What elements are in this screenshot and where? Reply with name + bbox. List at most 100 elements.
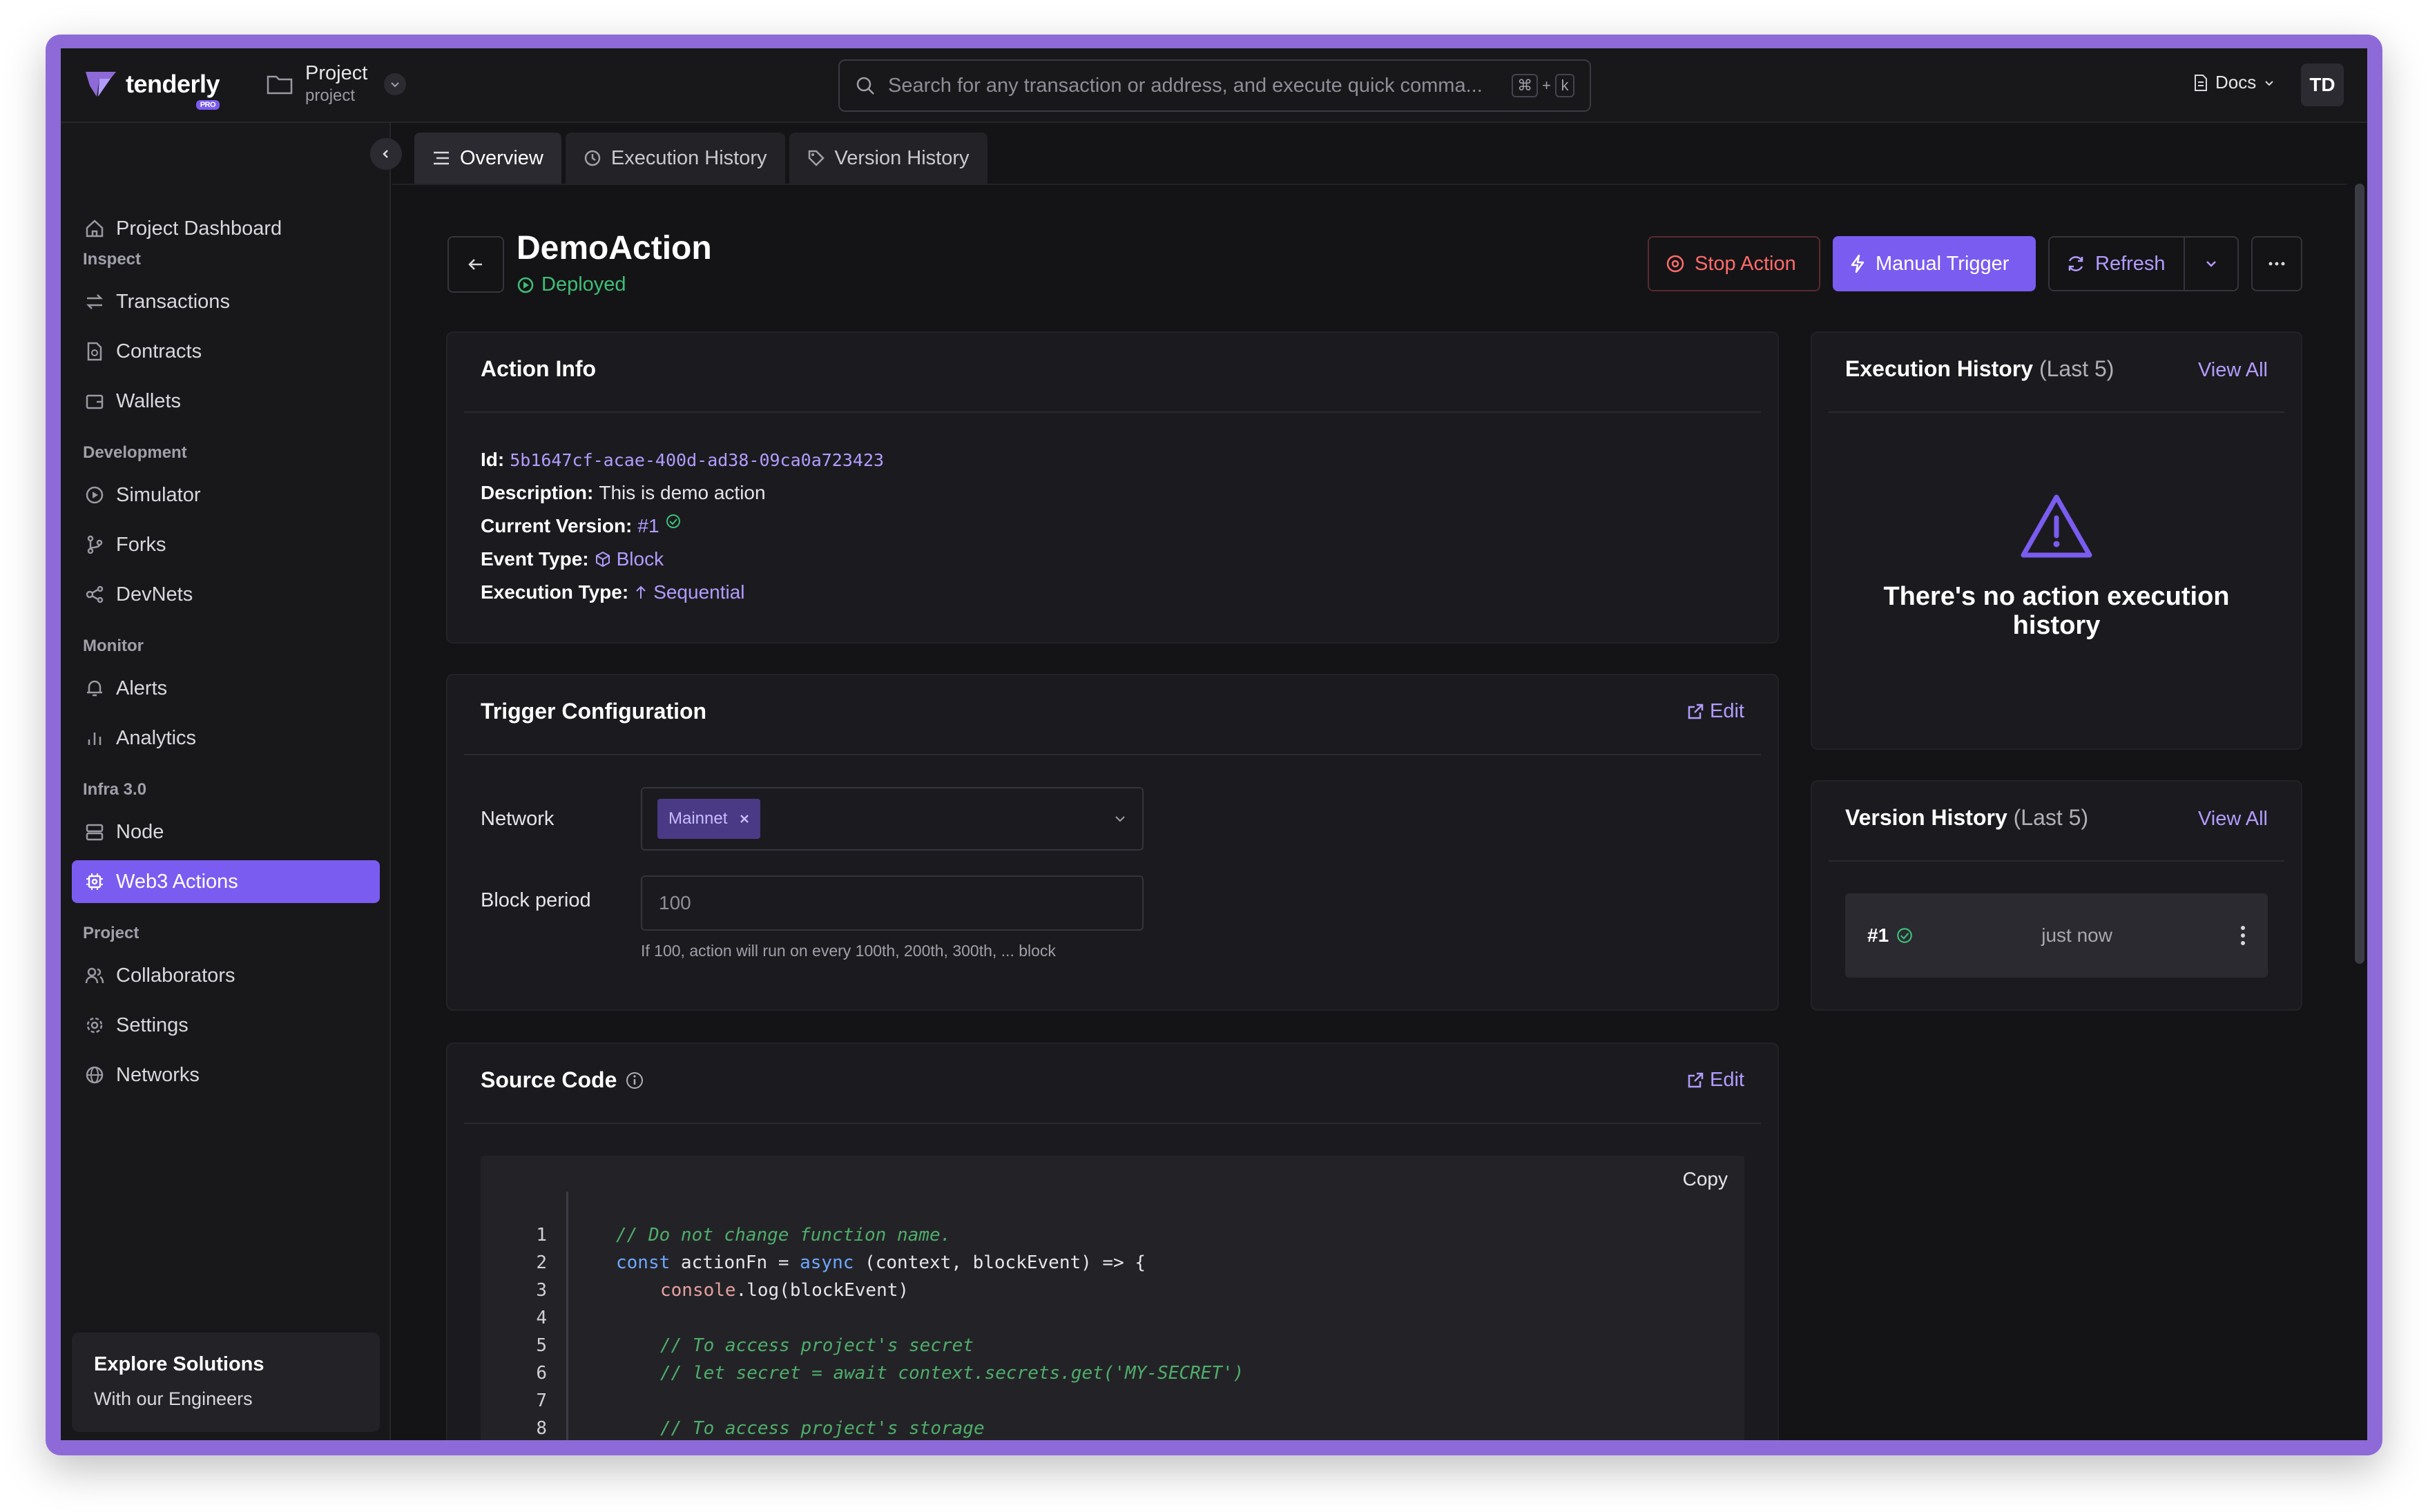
tab-overview[interactable]: Overview bbox=[414, 133, 561, 184]
network-select[interactable]: Mainnet bbox=[641, 787, 1144, 851]
sidebar-item-alerts[interactable]: Alerts bbox=[72, 667, 380, 710]
search-shortcut: ⌘ + k bbox=[1512, 74, 1574, 97]
sidebar-item-transactions[interactable]: Transactions bbox=[72, 280, 380, 323]
project-switcher[interactable]: Project project bbox=[267, 62, 407, 106]
empty-message: There's no action execution history bbox=[1883, 582, 2230, 640]
edit-source-link[interactable]: Edit bbox=[1686, 1069, 1744, 1092]
sidebar-item-forks[interactable]: Forks bbox=[72, 523, 380, 566]
folder-icon bbox=[267, 75, 293, 94]
button-label: Stop Action bbox=[1695, 252, 1796, 275]
shortcut-cmd-key: ⌘ bbox=[1512, 74, 1539, 97]
manual-trigger-button[interactable]: Manual Trigger bbox=[1833, 236, 2036, 291]
bar-chart-icon bbox=[88, 733, 102, 745]
tab-version-history[interactable]: Version History bbox=[789, 133, 987, 184]
info-label: Event Type: bbox=[481, 548, 589, 570]
sidebar-item-networks[interactable]: Networks bbox=[72, 1054, 380, 1096]
collapse-sidebar-button[interactable] bbox=[370, 138, 402, 170]
status-text: Deployed bbox=[541, 273, 626, 295]
refresh-icon bbox=[2068, 256, 2083, 271]
info-label: Execution Type: bbox=[481, 581, 629, 603]
stop-action-button[interactable]: Stop Action bbox=[1648, 236, 1820, 291]
sidebar-item-label: Alerts bbox=[116, 677, 168, 699]
user-avatar[interactable]: TD bbox=[2301, 64, 2344, 106]
project-dropdown-button[interactable] bbox=[384, 72, 407, 95]
source-code-card: Source Code Edit Copy 1 // Do not change… bbox=[446, 1043, 1779, 1440]
sidebar-item-devnets[interactable]: DevNets bbox=[72, 573, 380, 616]
clock-icon bbox=[584, 150, 601, 166]
check-circle-icon bbox=[666, 514, 680, 528]
tab-execution-history[interactable]: Execution History bbox=[565, 133, 785, 184]
close-icon[interactable] bbox=[740, 814, 749, 824]
divider bbox=[1829, 860, 2284, 862]
sidebar-item-contracts[interactable]: Contracts bbox=[72, 330, 380, 373]
sidebar-item-label: Forks bbox=[116, 533, 166, 556]
search-input[interactable]: Search for any transaction or address, a… bbox=[888, 75, 1499, 97]
code-text: // To access project's storage bbox=[660, 1418, 985, 1439]
lightning-icon bbox=[1851, 254, 1865, 273]
app-window: tenderly PRO Project project Search for a… bbox=[61, 48, 2367, 1440]
block-period-input[interactable]: 100 bbox=[641, 875, 1144, 931]
card-title: Execution History (Last 5) bbox=[1845, 356, 2114, 381]
edit-label: Edit bbox=[1710, 700, 1744, 722]
copy-button[interactable]: Copy bbox=[1683, 1168, 1728, 1190]
sidebar-item-wallets[interactable]: Wallets bbox=[72, 380, 380, 423]
cube-icon bbox=[595, 551, 610, 568]
refresh-options-button[interactable] bbox=[2184, 236, 2239, 291]
content-scrollbar[interactable] bbox=[2355, 184, 2364, 964]
page-title: DemoAction bbox=[517, 230, 712, 266]
version-row[interactable]: #1 just now bbox=[1845, 893, 2268, 978]
info-version-row: Current Version: #1 bbox=[481, 514, 682, 537]
sidebar-item-label: Collaborators bbox=[116, 964, 235, 987]
sidebar-item-analytics[interactable]: Analytics bbox=[72, 717, 380, 759]
divider bbox=[464, 411, 1761, 413]
card-subtitle: (Last 5) bbox=[2013, 805, 2089, 830]
tab-label: Execution History bbox=[610, 146, 767, 169]
code-text: // To access project's secret bbox=[660, 1335, 974, 1356]
code-text: // Do not change function name. bbox=[616, 1225, 952, 1246]
action-id-link[interactable]: 5b1647cf-acae-400d-ad38-09ca0a723423 bbox=[510, 450, 884, 470]
line-number: 7 bbox=[536, 1390, 547, 1411]
card-title: Source Code bbox=[481, 1067, 644, 1093]
code-line: 6 // let secret = await context.secrets.… bbox=[481, 1363, 1244, 1390]
search-bar[interactable]: Search for any transaction or address, a… bbox=[838, 59, 1591, 112]
view-all-versions-link[interactable]: View All bbox=[2198, 808, 2268, 831]
sidebar-item-project-dashboard[interactable]: Project Dashboard bbox=[72, 207, 380, 250]
brand-logo[interactable]: tenderly PRO bbox=[83, 68, 220, 110]
edit-trigger-link[interactable]: Edit bbox=[1686, 700, 1744, 723]
code-text: const actionFn = async (context, blockEv… bbox=[616, 1252, 1146, 1273]
status-badge: Deployed bbox=[517, 273, 626, 296]
info-value: Sequential bbox=[653, 581, 745, 603]
more-options-button[interactable] bbox=[2251, 236, 2302, 291]
code-editor[interactable]: Copy 1 // Do not change function name. 2… bbox=[481, 1156, 1744, 1440]
sidebar-item-settings[interactable]: Settings bbox=[72, 1004, 380, 1047]
edit-label: Edit bbox=[1710, 1069, 1744, 1091]
info-value: This is demo action bbox=[599, 482, 766, 503]
current-version-link[interactable]: #1 bbox=[637, 515, 659, 537]
divider bbox=[464, 754, 1761, 755]
sidebar-item-simulator[interactable]: Simulator bbox=[72, 474, 380, 516]
tab-label: Version History bbox=[834, 146, 970, 169]
docs-label: Docs bbox=[2215, 72, 2257, 93]
action-info-card: Action Info Id: 5b1647cf-acae-400d-ad38-… bbox=[446, 331, 1779, 643]
gear-icon bbox=[86, 1017, 103, 1034]
line-number: 1 bbox=[536, 1225, 547, 1246]
sidebar-item-node[interactable]: Node bbox=[72, 811, 380, 853]
trigger-configuration-card: Trigger Configuration Edit Network Mainn… bbox=[446, 674, 1779, 1011]
explore-solutions-card[interactable]: Explore Solutions With our Engineers bbox=[72, 1332, 380, 1432]
back-button[interactable] bbox=[447, 236, 504, 293]
section-monitor: Monitor bbox=[83, 637, 144, 655]
view-all-executions-link[interactable]: View All bbox=[2198, 359, 2268, 382]
code-line: 4 bbox=[481, 1308, 547, 1335]
play-circle-icon bbox=[517, 277, 534, 293]
docs-menu[interactable]: Docs bbox=[2193, 72, 2275, 93]
code-line: 7 bbox=[481, 1390, 547, 1418]
sidebar-item-web3-actions[interactable]: Web3 Actions bbox=[72, 860, 380, 903]
card-title: Trigger Configuration bbox=[481, 699, 707, 724]
info-icon[interactable] bbox=[625, 1071, 644, 1090]
sidebar-item-collaborators[interactable]: Collaborators bbox=[72, 954, 380, 997]
tag-icon bbox=[808, 150, 825, 166]
refresh-button[interactable]: Refresh bbox=[2048, 236, 2185, 291]
line-number: 6 bbox=[536, 1363, 547, 1384]
kebab-menu-icon[interactable] bbox=[2240, 925, 2246, 946]
info-label: Id: bbox=[481, 449, 505, 470]
